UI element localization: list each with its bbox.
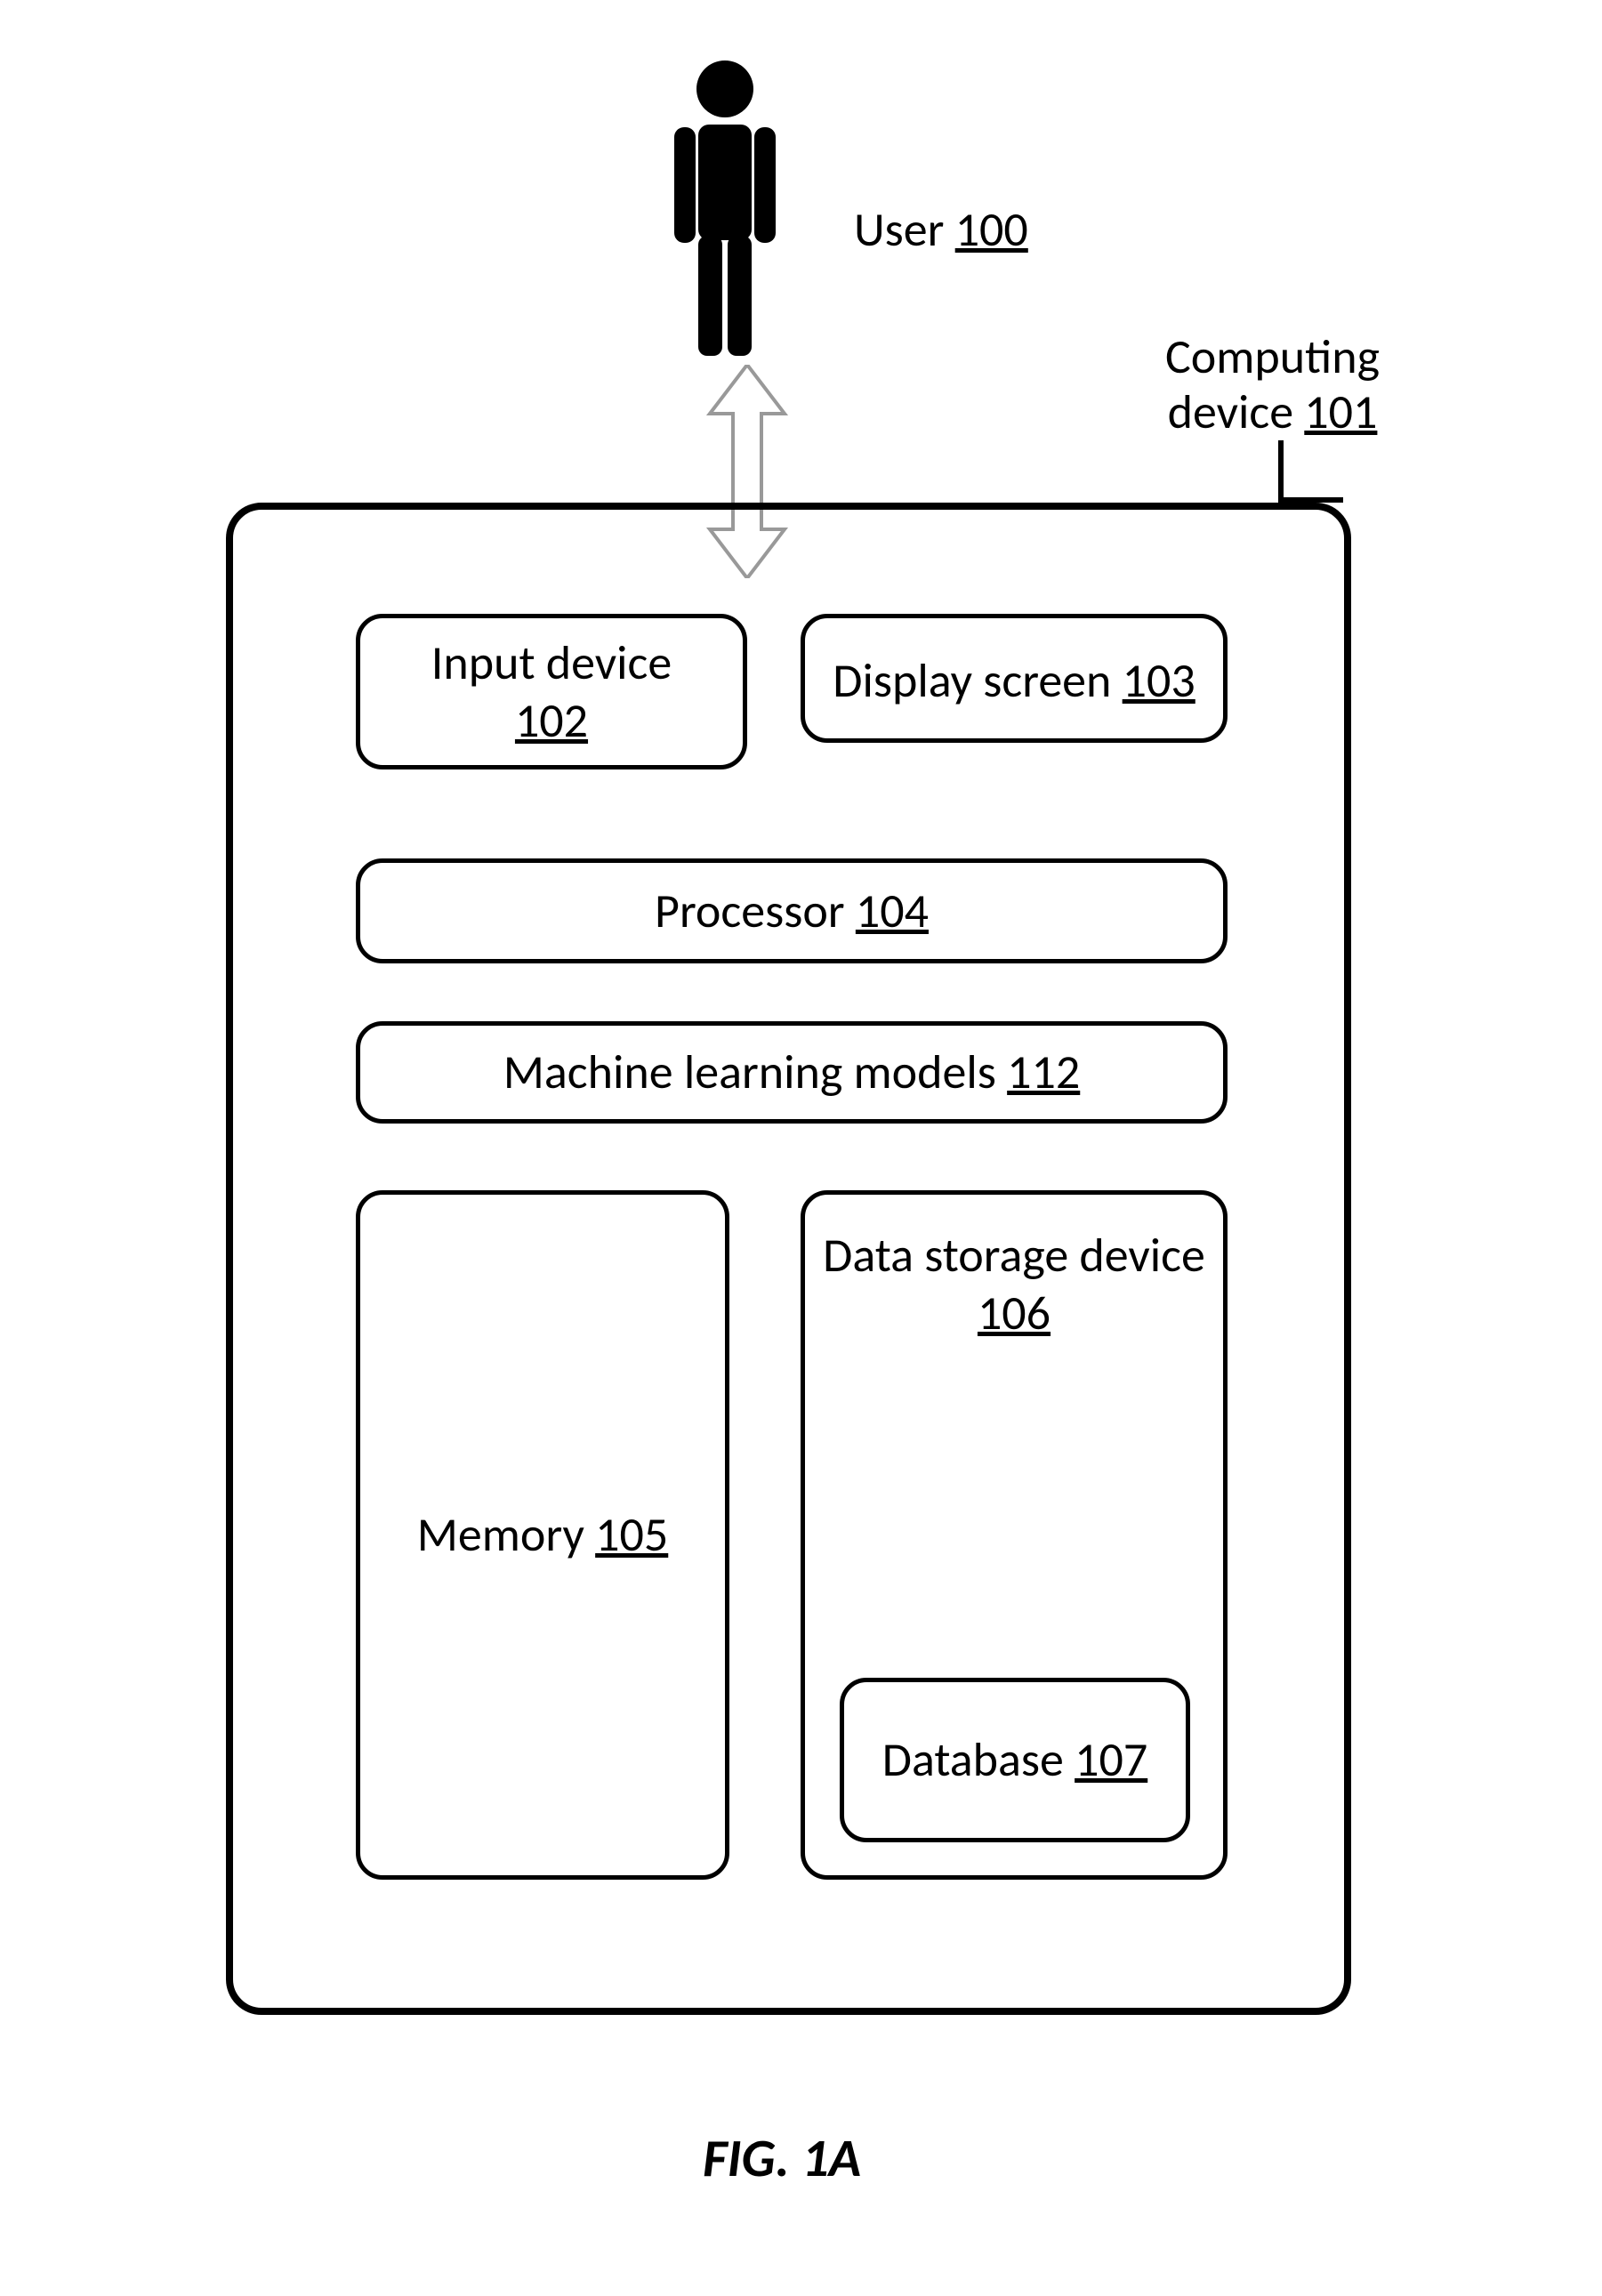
ml-models-box: Machine learning models 112 [356, 1021, 1228, 1124]
memory-ref: 105 [595, 1505, 668, 1564]
display-screen-ref: 103 [1123, 651, 1195, 710]
database-ref: 107 [1075, 1730, 1147, 1789]
input-device-ref: 102 [515, 692, 588, 750]
user-label: User 100 [854, 200, 1028, 259]
storage-device-label: Data storage device [823, 1227, 1205, 1285]
memory-box: Memory 105 [356, 1190, 729, 1880]
user-ref: 100 [955, 200, 1028, 259]
storage-device-ref: 106 [978, 1285, 1051, 1342]
memory-label: Memory [417, 1505, 584, 1564]
ml-models-ref: 112 [1007, 1043, 1080, 1101]
display-screen-label: Display screen [833, 651, 1111, 710]
user-person-icon [667, 58, 783, 360]
database-label: Database [882, 1730, 1064, 1789]
computing-device-label: Computing device 101 [1165, 329, 1380, 439]
processor-label: Processor [655, 882, 845, 940]
device-ref: 101 [1304, 383, 1377, 441]
display-screen-box: Display screen 103 [801, 614, 1228, 743]
device-label-line2: device [1168, 383, 1305, 441]
processor-ref: 104 [856, 882, 929, 940]
processor-box: Processor 104 [356, 858, 1228, 963]
database-box: Database 107 [840, 1678, 1190, 1842]
input-device-box: Input device 102 [356, 614, 747, 769]
device-label-line1: Computing [1165, 327, 1380, 386]
input-device-label: Input device [431, 634, 672, 692]
ml-models-label: Machine learning models [503, 1043, 996, 1101]
figure-caption: FIG. 1A [703, 2126, 861, 2191]
